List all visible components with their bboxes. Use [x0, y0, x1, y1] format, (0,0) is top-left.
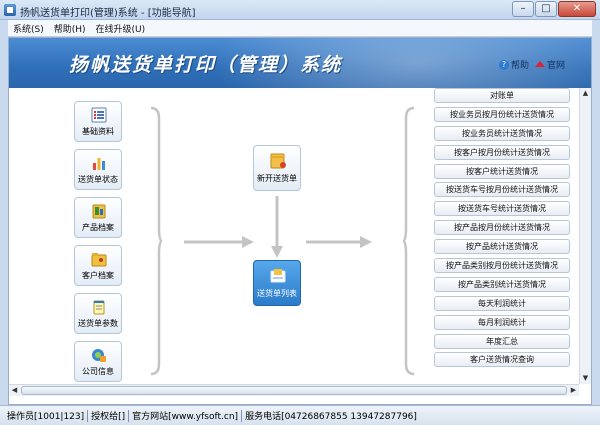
- report-button-category-monthly[interactable]: 按产品类别按月份统计送货情况: [434, 258, 570, 274]
- product-archive-button[interactable]: 产品档案: [74, 197, 122, 238]
- maximize-button[interactable]: □: [535, 1, 557, 17]
- new-delivery-note-label: 新开送货单: [257, 174, 297, 183]
- scroll-down-icon[interactable]: ▼: [580, 373, 591, 384]
- arrow-down: [271, 196, 283, 258]
- new-delivery-note-button[interactable]: 新开送货单: [253, 145, 301, 191]
- report-button-customer-query[interactable]: 客户送货情况查询: [434, 352, 570, 368]
- report-button-list: 对账单 按业务员按月份统计送货情况 按业务员统计送货情况 按客户按月份统计送货情…: [434, 88, 570, 371]
- delivery-list-label: 送货单列表: [257, 289, 297, 298]
- status-license: 授权给[]: [91, 412, 126, 422]
- customer-archive-label: 客户档案: [82, 271, 114, 280]
- company-info-icon: [92, 349, 106, 362]
- status-website: 官方网站[www.yfsoft.cn]: [132, 412, 239, 422]
- status-bar: 操作员[1001|123] 授权给[] 官方网站[www.yfsoft.cn] …: [0, 405, 600, 425]
- company-info-label: 公司信息: [82, 367, 114, 376]
- delivery-status-label: 送货单状态: [78, 175, 118, 184]
- report-button-product-monthly[interactable]: 按产品按月份统计送货情况: [434, 220, 570, 236]
- home-icon[interactable]: [535, 60, 546, 67]
- report-button-salesman[interactable]: 按业务员统计送货情况: [434, 125, 570, 141]
- left-brace: [150, 106, 163, 376]
- folder-contacts-icon: [91, 253, 107, 267]
- status-operator: 操作员[1001|123]: [7, 412, 85, 422]
- menu-help[interactable]: 帮助(H): [49, 22, 91, 35]
- horizontal-scroll-thumb[interactable]: [21, 386, 567, 395]
- report-button-statement[interactable]: 对账单: [434, 88, 570, 103]
- delivery-list-button[interactable]: 送货单列表: [253, 260, 301, 306]
- delivery-params-label: 送货单参数: [78, 319, 118, 328]
- menu-system[interactable]: 系统(S): [8, 22, 49, 35]
- report-button-product[interactable]: 按产品统计送货情况: [434, 239, 570, 255]
- scroll-up-icon[interactable]: ▲: [580, 88, 591, 99]
- main-window: 扬帆送货单打印（管理）系统 ? 帮助 官网 基础资料 送货单状态 产品档案 客户…: [8, 37, 592, 405]
- vertical-scrollbar[interactable]: ▲ ▼: [579, 88, 591, 384]
- app-icon: [4, 4, 16, 16]
- report-button-customer-monthly[interactable]: 按客户按月份统计送货情况: [434, 144, 570, 160]
- menu-online-upgrade[interactable]: 在线升级(U): [91, 22, 151, 35]
- basic-data-label: 基础资料: [82, 127, 114, 136]
- title-bar: 扬帆送货单打印(管理)系统 - [功能导航] – □ ✕: [0, 0, 600, 20]
- banner-links: ? 帮助 官网: [499, 58, 565, 71]
- folder-icon: [92, 204, 106, 219]
- list-icon: [91, 107, 107, 123]
- help-link[interactable]: 帮助: [511, 58, 529, 71]
- banner: 扬帆送货单打印（管理）系统 ? 帮助 官网: [9, 38, 591, 88]
- report-button-category[interactable]: 按产品类别统计送货情况: [434, 276, 570, 292]
- report-button-customer[interactable]: 按客户统计送货情况: [434, 163, 570, 179]
- minimize-button[interactable]: –: [512, 1, 534, 17]
- close-button[interactable]: ✕: [558, 1, 596, 17]
- right-brace: [402, 106, 415, 376]
- scroll-left-icon[interactable]: ◀: [9, 385, 20, 396]
- scroll-right-icon[interactable]: ▶: [568, 385, 579, 396]
- arrow-right-left: [184, 236, 254, 248]
- report-button-monthly-profit[interactable]: 每月利润统计: [434, 314, 570, 330]
- new-document-icon: [270, 153, 286, 169]
- report-button-vehicle[interactable]: 按送货车号统计送货情况: [434, 201, 570, 217]
- report-button-vehicle-monthly[interactable]: 按送货车号按月份统计送货情况: [434, 182, 570, 198]
- report-button-salesman-monthly[interactable]: 按业务员按月份统计送货情况: [434, 106, 570, 122]
- delivery-list-icon: [270, 269, 286, 283]
- product-archive-label: 产品档案: [82, 223, 114, 232]
- status-phone: 服务电话[04726867855 13947287796]: [245, 412, 417, 422]
- window-title: 扬帆送货单打印(管理)系统 - [功能导航]: [20, 8, 196, 19]
- bar-chart-icon: [93, 158, 105, 170]
- arrow-right-right: [306, 236, 372, 248]
- customer-archive-button[interactable]: 客户档案: [74, 245, 122, 286]
- horizontal-scrollbar[interactable]: ◀ ▶: [9, 384, 579, 396]
- banner-title: 扬帆送货单打印（管理）系统: [69, 54, 343, 76]
- report-button-daily-profit[interactable]: 每天利润统计: [434, 295, 570, 311]
- notepad-icon: [93, 300, 105, 315]
- help-icon[interactable]: ?: [499, 59, 509, 70]
- report-button-annual-summary[interactable]: 年度汇总: [434, 333, 570, 349]
- menu-bar: 系统(S) 帮助(H) 在线升级(U): [8, 20, 592, 37]
- delivery-params-button[interactable]: 送货单参数: [74, 293, 122, 334]
- company-info-button[interactable]: 公司信息: [74, 341, 122, 382]
- delivery-status-button[interactable]: 送货单状态: [74, 149, 122, 190]
- website-link[interactable]: 官网: [547, 58, 565, 71]
- window-controls: – □ ✕: [511, 1, 596, 17]
- basic-data-button[interactable]: 基础资料: [74, 101, 122, 142]
